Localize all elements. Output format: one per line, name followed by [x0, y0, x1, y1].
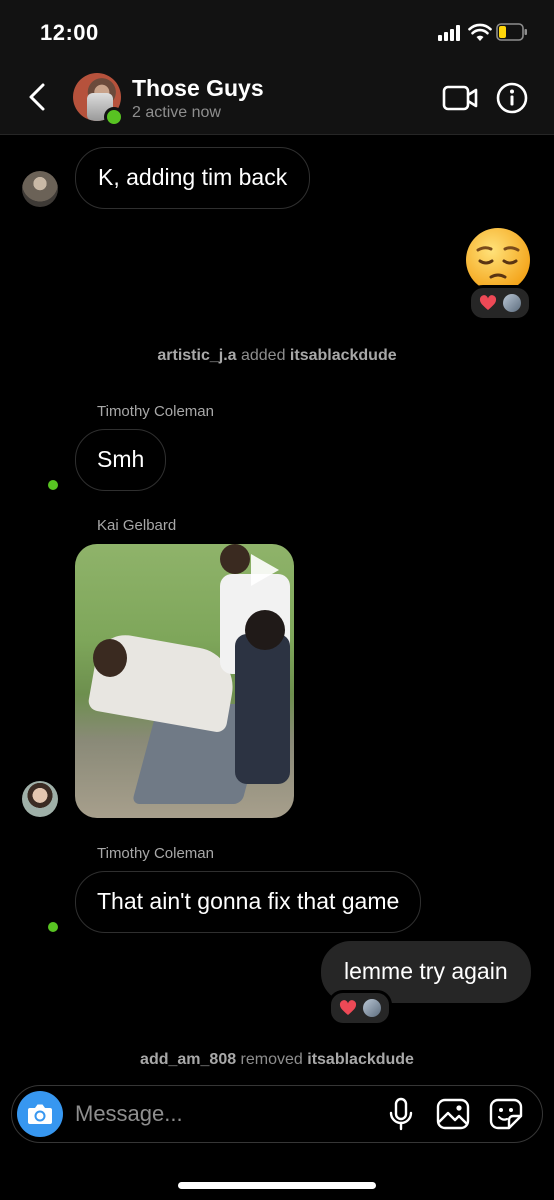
system-message: artistic_j.a added itsablackdude [0, 347, 554, 365]
wifi-icon [468, 23, 492, 41]
camera-button[interactable] [17, 1091, 63, 1137]
status-time: 12:00 [40, 20, 99, 45]
sender-name: Timothy Coleman [97, 845, 214, 862]
heart-reaction-icon [479, 295, 497, 310]
system-target[interactable]: itsablackdude [290, 347, 397, 364]
reaction-badge[interactable] [328, 990, 392, 1026]
back-chevron-icon[interactable] [25, 82, 51, 112]
message-input[interactable] [75, 1096, 355, 1132]
active-status: 2 active now [132, 104, 221, 121]
system-actor[interactable]: artistic_j.a [157, 347, 236, 364]
system-action: removed [236, 1051, 308, 1068]
message-bubble[interactable]: That ain't gonna fix that game [75, 871, 422, 933]
pensive-face-emoji-icon[interactable] [464, 226, 532, 294]
reaction-badge[interactable] [468, 285, 532, 321]
home-indicator[interactable] [178, 1182, 376, 1189]
microphone-icon[interactable] [388, 1097, 414, 1131]
sticker-icon[interactable] [489, 1098, 523, 1130]
sender-avatar[interactable] [22, 171, 58, 207]
online-status-dot [104, 107, 124, 127]
thread-title[interactable]: Those Guys [132, 75, 264, 102]
video-thumbnail-figure [235, 634, 290, 784]
reactor-avatar [363, 999, 381, 1017]
message-bubble[interactable]: Smh [75, 429, 167, 491]
sender-name: Kai Gelbard [97, 517, 177, 534]
cellular-signal-icon [438, 25, 462, 41]
sender-name: Timothy Coleman [97, 403, 214, 420]
video-message[interactable] [75, 544, 294, 818]
video-thumbnail-figure [245, 610, 285, 650]
message-bubble[interactable]: K, adding tim back [75, 147, 311, 209]
active-status-dot [48, 480, 58, 490]
video-thumbnail-figure [93, 639, 127, 677]
active-status-dot [48, 922, 58, 932]
video-call-icon[interactable] [442, 84, 478, 112]
system-action: added [236, 347, 290, 364]
heart-reaction-icon [339, 1000, 357, 1015]
system-actor[interactable]: add_am_808 [140, 1051, 236, 1068]
video-thumbnail-figure [220, 544, 250, 574]
play-icon[interactable] [251, 554, 279, 586]
reactor-avatar [503, 294, 521, 312]
gallery-icon[interactable] [436, 1098, 470, 1130]
header-divider [0, 134, 554, 135]
battery-icon [496, 23, 527, 41]
info-icon[interactable] [496, 82, 528, 114]
sender-avatar[interactable] [22, 781, 58, 817]
system-target[interactable]: itsablackdude [307, 1051, 414, 1068]
system-message: add_am_808 removed itsablackdude [0, 1051, 554, 1069]
camera-icon [28, 1104, 52, 1124]
